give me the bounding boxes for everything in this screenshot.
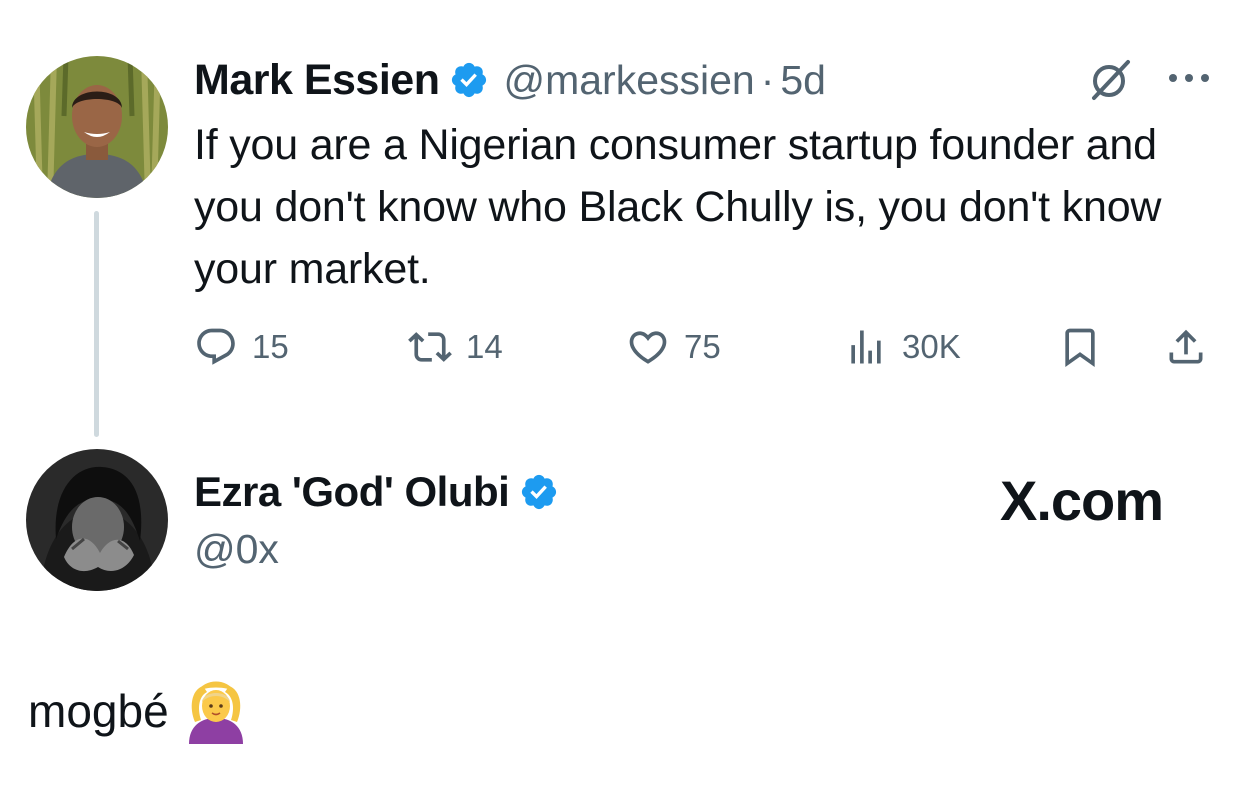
reply-text-row: mogbé xyxy=(28,678,249,744)
reply-text: mogbé xyxy=(28,685,169,737)
timestamp[interactable]: 5d xyxy=(780,57,826,104)
bookmark-icon xyxy=(1065,328,1095,368)
main-author-name[interactable]: Ezra 'God' Olubi xyxy=(194,468,510,516)
like-button[interactable]: 75 xyxy=(626,322,721,372)
action-bar: 15 14 75 30K xyxy=(194,322,1214,372)
reply-icon xyxy=(197,328,235,365)
verified-badge-icon xyxy=(449,60,489,100)
more-icon[interactable] xyxy=(1166,70,1212,86)
retweet-button[interactable]: 14 xyxy=(408,322,503,372)
grok-icon[interactable] xyxy=(1088,56,1134,102)
author-name[interactable]: Mark Essien xyxy=(194,56,440,105)
source-label: X.com xyxy=(1000,469,1164,532)
views-count: 30K xyxy=(902,328,961,365)
author-handle[interactable]: @markessien xyxy=(503,57,754,104)
thread-line xyxy=(94,211,99,437)
main-author-handle[interactable]: @0x xyxy=(194,526,279,573)
quoted-tweet-text: If you are a Nigerian consumer startup f… xyxy=(194,121,1162,293)
bookmark-button[interactable] xyxy=(1058,322,1102,372)
heart-icon xyxy=(629,331,667,364)
person-gesturing-ok-emoji xyxy=(183,678,249,744)
views-button[interactable]: 30K xyxy=(844,322,961,372)
verified-badge-icon xyxy=(519,472,559,512)
like-count: 75 xyxy=(684,328,721,365)
retweet-count: 14 xyxy=(466,328,503,365)
retweet-icon xyxy=(408,332,452,362)
reply-button[interactable]: 15 xyxy=(194,322,289,372)
share-button[interactable] xyxy=(1164,322,1208,372)
avatar-ezra-olubi[interactable] xyxy=(26,449,168,591)
quoted-tweet-header: Mark Essien @markessien · 5d xyxy=(194,52,826,108)
main-tweet-header: Ezra 'God' Olubi xyxy=(194,466,559,518)
avatar-mark-essien[interactable] xyxy=(26,56,168,198)
share-icon xyxy=(1169,329,1203,364)
reply-count: 15 xyxy=(252,328,289,365)
views-icon xyxy=(851,330,881,364)
separator-dot: · xyxy=(760,56,775,103)
